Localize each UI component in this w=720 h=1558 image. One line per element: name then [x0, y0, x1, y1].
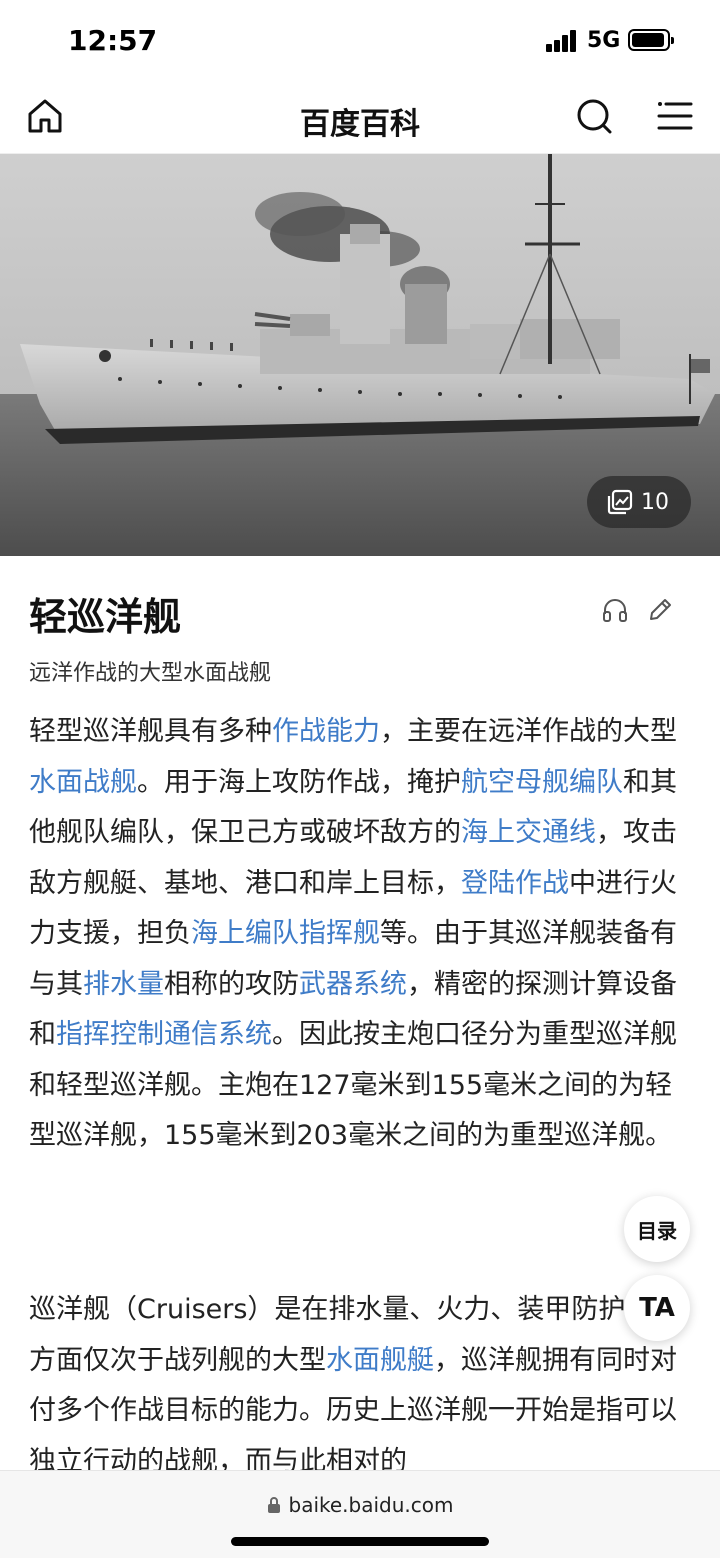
edit-icon[interactable] [646, 596, 674, 624]
body-paragraph: 巡洋舰（Cruisers）是在排水量、火力、装甲防护等方面仅次于战列舰的大型水面… [29, 1285, 679, 1487]
inline-link[interactable]: 水面舰艇 [326, 1345, 434, 1376]
browser-bottom-bar: baike.baidu.com [0, 1470, 720, 1558]
inline-link[interactable]: 武器系统 [299, 969, 407, 1000]
status-time: 12:57 [68, 24, 158, 57]
entry-title: 轻巡洋舰 [29, 595, 182, 639]
paragraph-text: 。用于海上攻防作战，掩护 [137, 766, 461, 798]
network-label: 5G [587, 28, 621, 53]
body-paragraph: 轻型巡洋舰具有多种作战能力，主要在远洋作战的大型水面战舰。用于海上攻防作战，掩护… [29, 707, 679, 1162]
menu-icon[interactable] [655, 96, 695, 136]
inline-link[interactable]: 排水量 [83, 969, 164, 1000]
inline-link[interactable]: 航空母舰编队 [461, 767, 623, 798]
audio-icon[interactable] [601, 596, 629, 624]
paragraph-text: 相称的攻防 [164, 968, 299, 1000]
inline-link[interactable]: 海上编队指挥舰 [191, 918, 380, 949]
hero-image[interactable]: 10 [0, 154, 720, 556]
home-indicator[interactable] [231, 1537, 489, 1546]
url-text: baike.baidu.com [288, 1493, 454, 1517]
inline-link[interactable]: 作战能力 [272, 716, 380, 747]
gallery-count: 10 [641, 489, 669, 515]
inline-link[interactable]: 海上交通线 [461, 817, 596, 848]
entry-subtitle: 远洋作战的大型水面战舰 [29, 661, 272, 686]
lock-icon [267, 1497, 280, 1513]
gallery-icon [607, 489, 633, 515]
paragraph-text: 轻型巡洋舰具有多种 [29, 716, 272, 747]
signal-icon [546, 30, 578, 52]
search-icon[interactable] [574, 96, 614, 136]
inline-link[interactable]: 水面战舰 [29, 767, 137, 798]
paragraph-text: ，主要在远洋作战的大型 [380, 716, 677, 747]
inline-link[interactable]: 登陆作战 [461, 868, 569, 899]
url-bar[interactable]: baike.baidu.com [0, 1493, 720, 1517]
top-nav-bar: 百度百科 [0, 80, 720, 154]
toc-button[interactable]: 目录 [624, 1196, 690, 1262]
font-size-button[interactable]: TA [624, 1275, 690, 1341]
inline-link[interactable]: 指挥控制通信系统 [56, 1019, 272, 1050]
gallery-button[interactable]: 10 [587, 476, 691, 528]
status-bar: 12:57 5G [0, 0, 720, 80]
battery-icon [628, 29, 674, 51]
